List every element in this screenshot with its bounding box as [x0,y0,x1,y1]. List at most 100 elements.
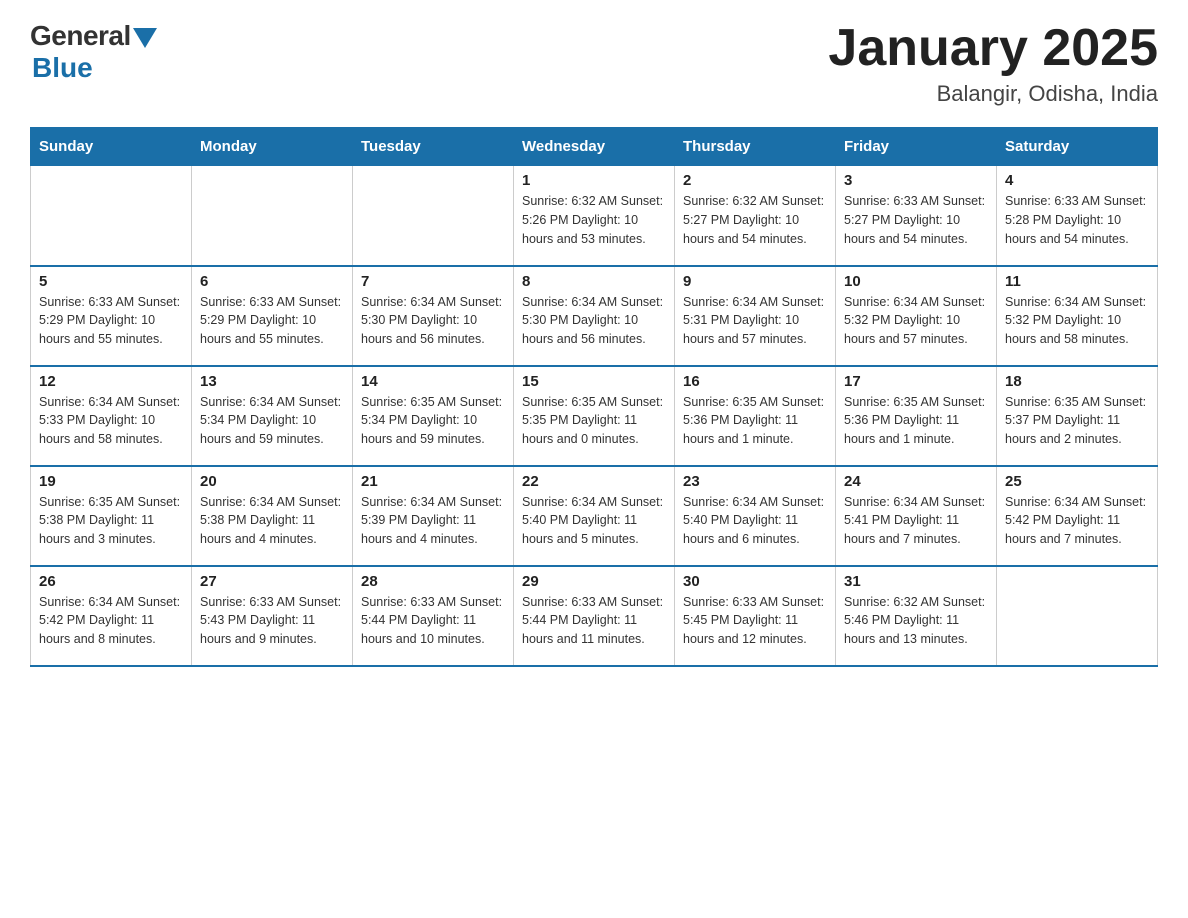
calendar-table: SundayMondayTuesdayWednesdayThursdayFrid… [30,127,1158,667]
header-sunday: Sunday [31,128,192,166]
calendar-cell: 2 Sunrise: 6:32 AM Sunset: 5:27 PM Daylig… [675,166,836,266]
calendar-cell: 13 Sunrise: 6:34 AM Sunset: 5:34 PM Dayli… [192,366,353,466]
calendar-cell: 31 Sunrise: 6:32 AM Sunset: 5:46 PM Dayli… [836,566,997,666]
logo-triangle-icon [133,28,157,48]
day-info: Sunrise: 6:34 AM Sunset: 5:39 PM Dayligh… [361,493,505,549]
calendar-cell [997,566,1158,666]
day-number: 19 [39,473,183,490]
day-info: Sunrise: 6:32 AM Sunset: 5:26 PM Dayligh… [522,192,666,248]
day-info: Sunrise: 6:35 AM Sunset: 5:36 PM Dayligh… [683,393,827,449]
calendar-cell: 7Sunrise: 6:34 AM Sunset: 5:30 PM Daylig… [353,266,514,366]
day-info: Sunrise: 6:35 AM Sunset: 5:37 PM Dayligh… [1005,393,1149,449]
calendar-cell: 30 Sunrise: 6:33 AM Sunset: 5:45 PM Dayli… [675,566,836,666]
day-info: Sunrise: 6:33 AM Sunset: 5:44 PM Dayligh… [522,593,666,649]
logo-blue-text: Blue [32,52,93,84]
day-number: 17 [844,373,988,390]
calendar-cell: 5 Sunrise: 6:33 AM Sunset: 5:29 PM Daylig… [31,266,192,366]
calendar-week-row: 12 Sunrise: 6:34 AM Sunset: 5:33 PM Dayli… [31,366,1158,466]
header-saturday: Saturday [997,128,1158,166]
calendar-cell: 9 Sunrise: 6:34 AM Sunset: 5:31 PM Daylig… [675,266,836,366]
calendar-cell: 18 Sunrise: 6:35 AM Sunset: 5:37 PM Dayli… [997,366,1158,466]
day-number: 31 [844,573,988,590]
calendar-cell: 25Sunrise: 6:34 AM Sunset: 5:42 PM Dayli… [997,466,1158,566]
day-info: Sunrise: 6:32 AM Sunset: 5:27 PM Dayligh… [683,192,827,248]
calendar-cell: 27 Sunrise: 6:33 AM Sunset: 5:43 PM Dayli… [192,566,353,666]
day-info: Sunrise: 6:33 AM Sunset: 5:29 PM Dayligh… [200,293,344,349]
calendar-cell: 21 Sunrise: 6:34 AM Sunset: 5:39 PM Dayli… [353,466,514,566]
day-number: 20 [200,473,344,490]
day-info: Sunrise: 6:35 AM Sunset: 5:36 PM Dayligh… [844,393,988,449]
day-info: Sunrise: 6:34 AM Sunset: 5:40 PM Dayligh… [522,493,666,549]
day-info: Sunrise: 6:34 AM Sunset: 5:40 PM Dayligh… [683,493,827,549]
calendar-cell: 20 Sunrise: 6:34 AM Sunset: 5:38 PM Dayli… [192,466,353,566]
day-info: Sunrise: 6:33 AM Sunset: 5:27 PM Dayligh… [844,192,988,248]
day-info: Sunrise: 6:33 AM Sunset: 5:28 PM Dayligh… [1005,192,1149,248]
day-info: Sunrise: 6:34 AM Sunset: 5:32 PM Dayligh… [844,293,988,349]
day-info: Sunrise: 6:33 AM Sunset: 5:29 PM Dayligh… [39,293,183,349]
day-info: Sunrise: 6:34 AM Sunset: 5:30 PM Dayligh… [522,293,666,349]
day-number: 8 [522,273,666,290]
day-info: Sunrise: 6:34 AM Sunset: 5:34 PM Dayligh… [200,393,344,449]
calendar-cell: 16Sunrise: 6:35 AM Sunset: 5:36 PM Dayli… [675,366,836,466]
day-info: Sunrise: 6:33 AM Sunset: 5:43 PM Dayligh… [200,593,344,649]
logo: General Blue [30,20,157,84]
header-wednesday: Wednesday [514,128,675,166]
day-number: 12 [39,373,183,390]
day-number: 18 [1005,373,1149,390]
page-header: General Blue January 2025 Balangir, Odis… [30,20,1158,107]
day-info: Sunrise: 6:34 AM Sunset: 5:31 PM Dayligh… [683,293,827,349]
day-info: Sunrise: 6:34 AM Sunset: 5:42 PM Dayligh… [39,593,183,649]
day-number: 29 [522,573,666,590]
calendar-cell: 29 Sunrise: 6:33 AM Sunset: 5:44 PM Dayli… [514,566,675,666]
day-info: Sunrise: 6:34 AM Sunset: 5:33 PM Dayligh… [39,393,183,449]
header-tuesday: Tuesday [353,128,514,166]
day-number: 24 [844,473,988,490]
calendar-cell: 10 Sunrise: 6:34 AM Sunset: 5:32 PM Dayli… [836,266,997,366]
day-number: 27 [200,573,344,590]
calendar-cell: 19Sunrise: 6:35 AM Sunset: 5:38 PM Dayli… [31,466,192,566]
day-number: 21 [361,473,505,490]
day-number: 2 [683,172,827,189]
calendar-cell: 4 Sunrise: 6:33 AM Sunset: 5:28 PM Daylig… [997,166,1158,266]
header-monday: Monday [192,128,353,166]
calendar-cell [192,166,353,266]
day-number: 30 [683,573,827,590]
day-info: Sunrise: 6:34 AM Sunset: 5:42 PM Dayligh… [1005,493,1149,549]
day-number: 11 [1005,273,1149,290]
day-number: 6 [200,273,344,290]
day-info: Sunrise: 6:34 AM Sunset: 5:32 PM Dayligh… [1005,293,1149,349]
calendar-cell: 24 Sunrise: 6:34 AM Sunset: 5:41 PM Dayli… [836,466,997,566]
day-number: 14 [361,373,505,390]
day-number: 23 [683,473,827,490]
calendar-cell: 23 Sunrise: 6:34 AM Sunset: 5:40 PM Dayli… [675,466,836,566]
calendar-cell: 3Sunrise: 6:33 AM Sunset: 5:27 PM Daylig… [836,166,997,266]
day-number: 26 [39,573,183,590]
calendar-cell: 11 Sunrise: 6:34 AM Sunset: 5:32 PM Dayli… [997,266,1158,366]
day-number: 4 [1005,172,1149,189]
day-info: Sunrise: 6:33 AM Sunset: 5:44 PM Dayligh… [361,593,505,649]
day-info: Sunrise: 6:34 AM Sunset: 5:41 PM Dayligh… [844,493,988,549]
calendar-cell: 26 Sunrise: 6:34 AM Sunset: 5:42 PM Dayli… [31,566,192,666]
day-number: 15 [522,373,666,390]
calendar-cell: 1 Sunrise: 6:32 AM Sunset: 5:26 PM Daylig… [514,166,675,266]
calendar-cell: 28Sunrise: 6:33 AM Sunset: 5:44 PM Dayli… [353,566,514,666]
title-section: January 2025 Balangir, Odisha, India [828,20,1158,107]
day-number: 10 [844,273,988,290]
day-info: Sunrise: 6:35 AM Sunset: 5:34 PM Dayligh… [361,393,505,449]
day-number: 13 [200,373,344,390]
day-info: Sunrise: 6:33 AM Sunset: 5:45 PM Dayligh… [683,593,827,649]
calendar-cell [31,166,192,266]
calendar-cell: 14 Sunrise: 6:35 AM Sunset: 5:34 PM Dayli… [353,366,514,466]
calendar-week-row: 1 Sunrise: 6:32 AM Sunset: 5:26 PM Daylig… [31,166,1158,266]
calendar-title: January 2025 [828,20,1158,77]
day-number: 7 [361,273,505,290]
day-info: Sunrise: 6:35 AM Sunset: 5:35 PM Dayligh… [522,393,666,449]
day-number: 5 [39,273,183,290]
day-number: 1 [522,172,666,189]
day-number: 22 [522,473,666,490]
day-number: 9 [683,273,827,290]
day-info: Sunrise: 6:34 AM Sunset: 5:38 PM Dayligh… [200,493,344,549]
day-info: Sunrise: 6:32 AM Sunset: 5:46 PM Dayligh… [844,593,988,649]
header-friday: Friday [836,128,997,166]
calendar-header-row: SundayMondayTuesdayWednesdayThursdayFrid… [31,128,1158,166]
